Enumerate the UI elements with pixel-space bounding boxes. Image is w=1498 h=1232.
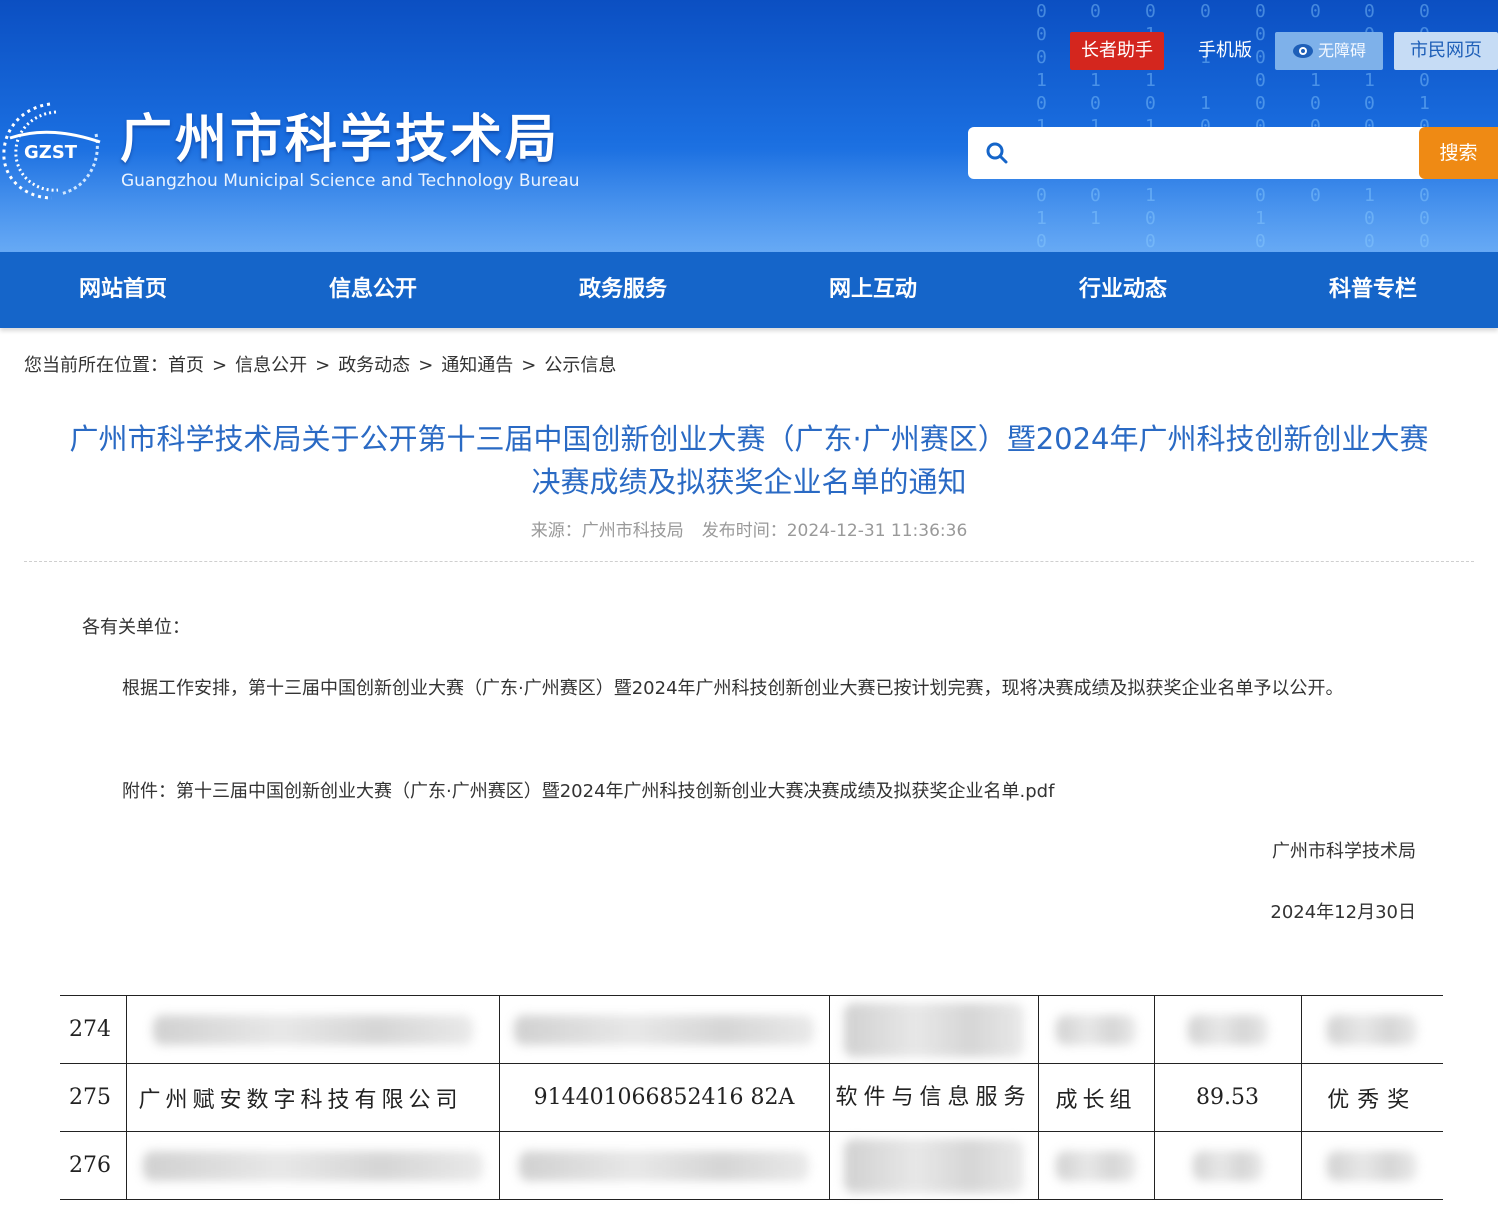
published-label: 发布时间： bbox=[701, 521, 787, 541]
breadcrumb-item-notices[interactable]: 通知通告 bbox=[441, 355, 513, 376]
salutation: 各有关单位： bbox=[82, 617, 190, 638]
breadcrumb-prefix: 您当前所在位置： bbox=[24, 355, 168, 376]
redacted-cell bbox=[1300, 1131, 1443, 1200]
table-row: 276 bbox=[60, 1131, 1443, 1200]
main-nav: 网站首页 信息公开 政务服务 网上互动 行业动态 科普专栏 bbox=[0, 252, 1498, 328]
accessibility-label: 无障碍 bbox=[1317, 41, 1366, 60]
redacted-cell bbox=[1300, 995, 1443, 1064]
nav-item-home[interactable]: 网站首页 bbox=[79, 252, 167, 328]
redacted-cell bbox=[498, 995, 829, 1064]
redacted-cell bbox=[498, 1131, 829, 1200]
award: 优秀奖 bbox=[1300, 1063, 1443, 1132]
accessibility-button[interactable]: 无障碍 bbox=[1275, 32, 1383, 70]
nav-item-gov-services[interactable]: 政务服务 bbox=[579, 252, 667, 328]
row-number: 274 bbox=[60, 995, 126, 1064]
breadcrumb-separator: > bbox=[212, 355, 228, 376]
credit-code: 914401066852416 82A bbox=[498, 1063, 829, 1132]
source-value: 广州市科技局 bbox=[581, 521, 684, 541]
company-name: 广州赋安数字科技有限公司 bbox=[125, 1063, 499, 1132]
breadcrumb-separator: > bbox=[315, 355, 331, 376]
redacted-cell bbox=[125, 1131, 499, 1200]
site-title: 广州市科学技术局 bbox=[120, 110, 561, 170]
breadcrumb-item-public-info[interactable]: 公示信息 bbox=[544, 355, 616, 376]
site-subtitle: Guangzhou Municipal Science and Technolo… bbox=[121, 171, 580, 191]
group: 成长组 bbox=[1037, 1063, 1154, 1132]
redacted-cell bbox=[1037, 1131, 1154, 1200]
article-meta: 来源：广州市科技局 发布时间：2024-12-31 11:36:36 bbox=[0, 518, 1498, 544]
mobile-version-link[interactable]: 手机版 bbox=[1178, 32, 1272, 70]
breadcrumb-separator: > bbox=[418, 355, 434, 376]
signature-date: 2024年12月30日 bbox=[1270, 902, 1416, 923]
row-number: 276 bbox=[60, 1131, 126, 1200]
breadcrumb-separator: > bbox=[521, 355, 537, 376]
attachment-link[interactable]: 附件：第十三届中国创新创业大赛（广东·广州赛区）暨2024年广州科技创新创业大赛… bbox=[122, 771, 1054, 813]
redacted-cell bbox=[828, 995, 1038, 1064]
search-button[interactable]: 搜索 bbox=[1419, 127, 1498, 179]
breadcrumb-item-home[interactable]: 首页 bbox=[168, 355, 204, 376]
redacted-cell bbox=[125, 995, 499, 1064]
breadcrumb: 您当前所在位置：首页 > 信息公开 > 政务动态 > 通知通告 > 公示信息 bbox=[24, 352, 616, 380]
search-input[interactable] bbox=[1020, 135, 1410, 171]
redacted-cell bbox=[1153, 995, 1301, 1064]
redacted-cell bbox=[1153, 1131, 1301, 1200]
body-paragraph: 根据工作安排，第十三届中国创新创业大赛（广东·广州赛区）暨2024年广州科技创新… bbox=[122, 678, 1344, 699]
published-value: 2024-12-31 11:36:36 bbox=[786, 521, 968, 541]
source-label: 来源： bbox=[530, 521, 582, 541]
redacted-cell bbox=[1037, 995, 1154, 1064]
elder-assistant-button[interactable]: 长者助手 bbox=[1070, 32, 1164, 70]
table-row: 275 广州赋安数字科技有限公司 914401066852416 82A 软件与… bbox=[60, 1063, 1443, 1132]
nav-item-science-column[interactable]: 科普专栏 bbox=[1329, 252, 1417, 328]
gzst-logo: GZST bbox=[2, 102, 101, 200]
citizen-page-link[interactable]: 市民网页 bbox=[1394, 32, 1498, 70]
search-box: 搜索 bbox=[968, 127, 1498, 179]
eye-icon bbox=[1292, 44, 1313, 58]
results-table: 274 275 广州赋安数字科技有限公司 914401066852416 82A… bbox=[60, 995, 1443, 1200]
article-title: 广州市科学技术局关于公开第十三届中国创新创业大赛（广东·广州赛区）暨2024年广… bbox=[69, 422, 1429, 499]
site-header: 0 0 0 1 0 1 1 1 0 1 0 0 0 0 1 0 1 1 0 1 … bbox=[0, 0, 1498, 252]
breadcrumb-item-gov-news[interactable]: 政务动态 bbox=[338, 355, 410, 376]
industry: 软件与信息服务 bbox=[828, 1063, 1038, 1132]
search-icon bbox=[986, 142, 1008, 164]
nav-item-industry-news[interactable]: 行业动态 bbox=[1079, 252, 1167, 328]
redacted-cell bbox=[828, 1131, 1038, 1200]
table-row: 274 bbox=[60, 995, 1443, 1064]
nav-item-info-disclosure[interactable]: 信息公开 bbox=[329, 252, 417, 328]
signature: 广州市科学技术局 bbox=[1272, 841, 1416, 862]
row-number: 275 bbox=[60, 1063, 126, 1132]
binary-decoration: 0 0 0 1 0 1 1 1 0 1 0 0 bbox=[1036, 1, 1047, 252]
nav-item-online-interaction[interactable]: 网上互动 bbox=[829, 252, 917, 328]
breadcrumb-item-info[interactable]: 信息公开 bbox=[235, 355, 307, 376]
score: 89.53 bbox=[1153, 1063, 1301, 1132]
svg-text:GZST: GZST bbox=[24, 142, 78, 163]
dashed-divider bbox=[24, 561, 1474, 562]
